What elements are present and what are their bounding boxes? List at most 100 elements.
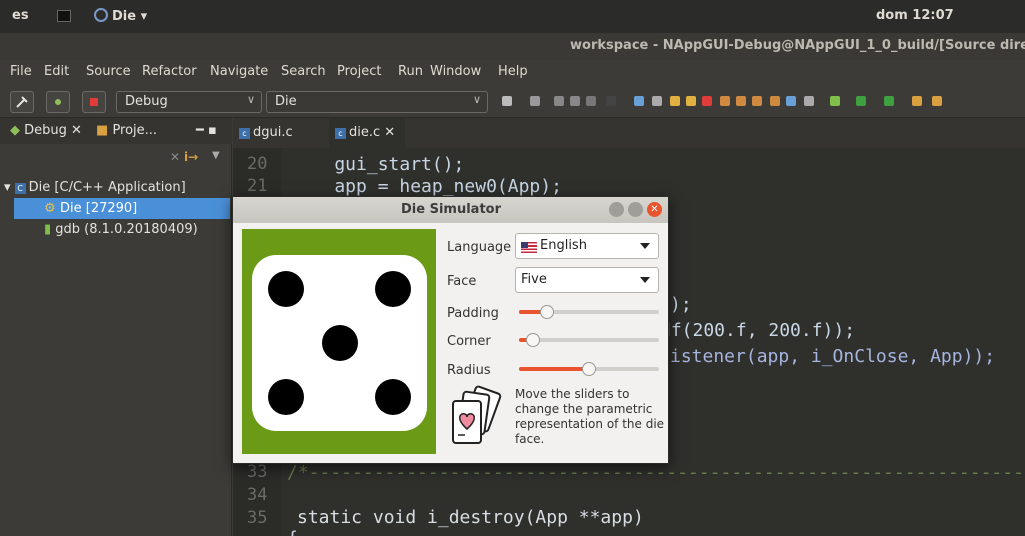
corner-label: Corner	[447, 334, 491, 349]
external-tools-icon[interactable]	[884, 96, 894, 106]
code-line: df(200.f, 200.f));	[660, 320, 856, 341]
app-menu-label: Die	[112, 9, 137, 24]
profile-icon[interactable]	[606, 96, 616, 106]
tab-project-label: Proje...	[112, 123, 158, 138]
code-line: static void i_destroy(App **app)	[297, 507, 644, 528]
gear-icon[interactable]	[502, 96, 512, 106]
activities-label[interactable]: es	[12, 8, 29, 23]
menu-edit[interactable]: Edit	[44, 64, 69, 79]
view-menu-icon[interactable]: ▼	[212, 150, 220, 161]
link-icon[interactable]	[652, 96, 662, 106]
step-filter-icon[interactable]: i→	[184, 150, 198, 164]
menu-window[interactable]: Window	[430, 64, 481, 79]
debug-run-button[interactable]	[46, 91, 70, 113]
minimize-icon[interactable]: ━ ▪	[196, 123, 217, 138]
line-number: 35	[247, 508, 268, 528]
stop-icon	[90, 98, 98, 106]
tree-item-gdb[interactable]: ▮ gdb (8.1.0.20180409)	[44, 219, 230, 240]
face-label: Face	[447, 274, 477, 289]
step-over-icon[interactable]	[752, 96, 762, 106]
step-into-icon[interactable]	[736, 96, 746, 106]
radius-slider[interactable]	[519, 362, 659, 376]
tab-label: dgui.c	[253, 125, 293, 140]
save-icon[interactable]	[554, 96, 564, 106]
close-icon[interactable]: ✕	[384, 125, 395, 140]
padding-slider[interactable]	[519, 305, 659, 319]
open-type-icon[interactable]	[932, 96, 942, 106]
menu-help[interactable]: Help	[498, 64, 528, 79]
new-icon[interactable]	[530, 96, 540, 106]
folder-icon: ■	[96, 123, 109, 138]
terminate-button[interactable]	[82, 91, 106, 113]
close-button[interactable]: ✕	[647, 202, 662, 217]
tab-project[interactable]: ■ Proje...	[96, 123, 157, 138]
expand-icon[interactable]: ▾	[4, 180, 11, 195]
tab-dgui-c[interactable]: c dgui.c	[239, 118, 325, 148]
die-face	[252, 255, 427, 431]
code-line: gui_start();	[291, 154, 465, 175]
minimize-button[interactable]	[609, 202, 624, 217]
corner-slider[interactable]	[519, 333, 659, 347]
debug-icon[interactable]	[830, 96, 840, 106]
tab-die-c[interactable]: c die.c ✕	[329, 118, 405, 148]
app-icon	[94, 8, 108, 22]
launch-target-select[interactable]: Die ∨	[266, 91, 488, 113]
resume-icon[interactable]	[670, 96, 680, 106]
language-select[interactable]: English	[515, 233, 659, 259]
debug-view-tools: ✕ i→ ▼	[170, 150, 226, 166]
cards-icon	[452, 385, 502, 444]
dialog-titlebar[interactable]: Die Simulator ✕	[233, 197, 668, 223]
print-icon[interactable]	[586, 96, 596, 106]
language-value: English	[540, 238, 587, 253]
save-all-icon[interactable]	[570, 96, 580, 106]
disconnect-icon[interactable]	[720, 96, 730, 106]
slider-knob[interactable]	[582, 362, 596, 376]
tree-item-application[interactable]: ▾ C Die [C/C++ Application]	[4, 177, 230, 198]
drop-frame-icon[interactable]	[804, 96, 814, 106]
chevron-down-icon: ∨	[246, 93, 255, 106]
clock[interactable]: dom 12:07	[876, 8, 954, 23]
launch-config-label: Debug	[125, 94, 168, 109]
line-number: 33	[247, 462, 268, 482]
dialog-title: Die Simulator	[401, 202, 501, 217]
die-pip	[322, 325, 358, 361]
build-button[interactable]	[10, 91, 34, 113]
run-icon[interactable]	[856, 96, 866, 106]
console-icon[interactable]	[634, 96, 644, 106]
maximize-button[interactable]	[628, 202, 643, 217]
face-select[interactable]: Five	[515, 267, 659, 293]
menu-source[interactable]: Source	[86, 64, 131, 79]
suspend-icon[interactable]	[686, 96, 696, 106]
c-file-icon: c	[335, 128, 346, 139]
die-pip	[268, 271, 304, 307]
menu-file[interactable]: File	[10, 64, 32, 79]
menu-search[interactable]: Search	[281, 64, 326, 79]
remove-icon[interactable]: ✕	[170, 150, 180, 164]
tab-debug[interactable]: ◆ Debug ✕	[10, 123, 82, 138]
app-menu[interactable]: Die ▾	[94, 8, 147, 24]
gdb-icon: ▮	[44, 222, 52, 237]
terminate-icon[interactable]	[702, 96, 712, 106]
menu-refactor[interactable]: Refactor	[142, 64, 197, 79]
debug-view: ◆ Debug ✕ ■ Proje... ━ ▪ ✕ i→ ▼ ▾ C Die […	[0, 118, 232, 536]
tree-item-process[interactable]: ⚙ Die [27290]	[14, 198, 230, 219]
menu-run[interactable]: Run	[398, 64, 423, 79]
us-flag-icon	[521, 242, 537, 253]
dropdown-arrow-icon	[640, 277, 650, 283]
launch-config-select[interactable]: Debug ∨	[116, 91, 262, 113]
close-icon[interactable]: ✕	[71, 123, 82, 138]
editor-tabs: c dgui.c c die.c ✕	[233, 118, 1025, 148]
language-label: Language	[447, 240, 512, 255]
slider-knob[interactable]	[526, 333, 540, 347]
bug-icon	[55, 99, 61, 105]
terminal-icon[interactable]	[57, 10, 71, 22]
die-pip	[375, 271, 411, 307]
open-folder-icon[interactable]	[912, 96, 922, 106]
die-simulator-window: Die Simulator ✕ Language English Face Fi…	[232, 196, 669, 464]
slider-knob[interactable]	[540, 305, 554, 319]
menu-navigate[interactable]: Navigate	[210, 64, 268, 79]
instruction-step-icon[interactable]	[786, 96, 796, 106]
face-value: Five	[521, 272, 547, 287]
menu-project[interactable]: Project	[337, 64, 381, 79]
step-return-icon[interactable]	[770, 96, 780, 106]
